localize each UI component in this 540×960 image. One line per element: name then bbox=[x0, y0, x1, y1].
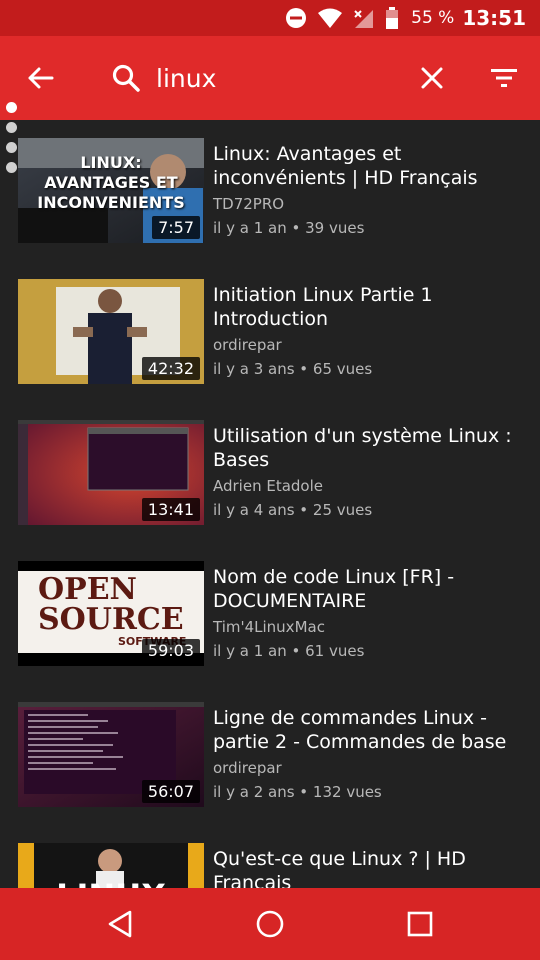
video-stats: il y a 2 ans • 132 vues bbox=[213, 783, 382, 801]
thumbnail-text: SOURCE bbox=[38, 602, 184, 637]
channel-name[interactable]: Adrien Etadole bbox=[213, 476, 529, 497]
channel-name[interactable]: ordirepar bbox=[213, 335, 529, 356]
search-toolbar bbox=[0, 36, 540, 120]
channel-name[interactable]: TD72PRO bbox=[213, 194, 529, 215]
back-arrow-icon[interactable] bbox=[18, 56, 62, 100]
channel-name[interactable]: Tim'4LinuxMac bbox=[213, 617, 529, 638]
video-result[interactable]: LINUX Qu'est-ce que Linux ? | HD Françai… bbox=[0, 825, 540, 888]
thumbnail-text: OPEN bbox=[38, 572, 137, 607]
thumbnail-text: LINUX: bbox=[80, 153, 142, 172]
video-result[interactable]: 56:07 Ligne de commandes Linux - partie … bbox=[0, 684, 540, 807]
signal-icon bbox=[353, 7, 375, 29]
video-duration: 42:32 bbox=[141, 357, 200, 380]
video-duration: 7:57 bbox=[152, 216, 200, 239]
nav-home-icon[interactable] bbox=[248, 902, 292, 946]
video-thumbnail[interactable]: 42:32 bbox=[18, 279, 204, 384]
video-duration: 59:03 bbox=[141, 639, 200, 662]
video-thumbnail[interactable]: 13:41 bbox=[18, 420, 204, 525]
channel-name[interactable]: ordirepar bbox=[213, 758, 529, 779]
video-meta: Ligne de commandes Linux - partie 2 - Co… bbox=[213, 706, 529, 803]
close-icon[interactable] bbox=[410, 56, 454, 100]
thumbnail-text: LINUX bbox=[18, 877, 204, 888]
video-thumbnail[interactable]: 56:07 bbox=[18, 702, 204, 807]
video-title[interactable]: Initiation Linux Partie 1 Introduction bbox=[213, 283, 529, 331]
video-thumbnail[interactable]: OPEN SOURCE SOFTWARE 59:03 bbox=[18, 561, 204, 666]
battery-percent: 55 % bbox=[411, 8, 455, 28]
video-title[interactable]: Qu'est-ce que Linux ? | HD Français bbox=[213, 847, 529, 888]
thumbnail-text: AVANTAGES ET bbox=[44, 173, 178, 192]
video-stats: il y a 3 ans • 65 vues bbox=[213, 360, 373, 378]
video-duration: 56:07 bbox=[141, 780, 200, 803]
nav-back-icon[interactable] bbox=[98, 902, 142, 946]
thumbnail-text: INCONVENIENTS bbox=[37, 193, 185, 212]
video-thumbnail[interactable]: LINUX: AVANTAGES ET INCONVENIENTS 7:57 bbox=[18, 138, 204, 243]
video-meta: Linux: Avantages et inconvénients | HD F… bbox=[213, 142, 529, 239]
video-title[interactable]: Linux: Avantages et inconvénients | HD F… bbox=[213, 142, 529, 190]
video-stats: il y a 1 an • 61 vues bbox=[213, 642, 365, 660]
navigation-bar bbox=[0, 888, 540, 960]
video-meta: Initiation Linux Partie 1 Introduction o… bbox=[213, 283, 529, 380]
filter-icon[interactable] bbox=[482, 56, 526, 100]
video-meta: Qu'est-ce que Linux ? | HD Français bbox=[213, 847, 529, 888]
nav-recents-icon[interactable] bbox=[398, 902, 442, 946]
search-icon bbox=[106, 58, 146, 98]
results-list: LINUX: AVANTAGES ET INCONVENIENTS 7:57 L… bbox=[0, 120, 540, 888]
video-result[interactable]: 13:41 Utilisation d'un système Linux : B… bbox=[0, 402, 540, 525]
indicator-dot bbox=[6, 102, 17, 113]
video-result[interactable]: OPEN SOURCE SOFTWARE 59:03 Nom de code L… bbox=[0, 543, 540, 666]
video-stats: il y a 1 an • 39 vues bbox=[213, 219, 365, 237]
battery-icon bbox=[385, 7, 399, 29]
video-stats: il y a 4 ans • 25 vues bbox=[213, 501, 373, 519]
do-not-disturb-icon bbox=[285, 7, 307, 29]
video-meta: Nom de code Linux [FR] - DOCUMENTAIRE Ti… bbox=[213, 565, 529, 662]
video-title[interactable]: Nom de code Linux [FR] - DOCUMENTAIRE bbox=[213, 565, 529, 613]
clock: 13:51 bbox=[462, 6, 526, 30]
video-result[interactable]: 42:32 Initiation Linux Partie 1 Introduc… bbox=[0, 261, 540, 384]
wifi-icon bbox=[317, 7, 343, 29]
video-duration: 13:41 bbox=[141, 498, 200, 521]
video-thumbnail[interactable]: LINUX bbox=[18, 843, 204, 888]
video-meta: Utilisation d'un système Linux : Bases A… bbox=[213, 424, 529, 521]
video-result[interactable]: LINUX: AVANTAGES ET INCONVENIENTS 7:57 L… bbox=[0, 120, 540, 243]
search-input[interactable] bbox=[156, 60, 396, 96]
video-title[interactable]: Ligne de commandes Linux - partie 2 - Co… bbox=[213, 706, 529, 754]
status-bar: 55 % 13:51 bbox=[0, 0, 540, 36]
video-title[interactable]: Utilisation d'un système Linux : Bases bbox=[213, 424, 529, 472]
